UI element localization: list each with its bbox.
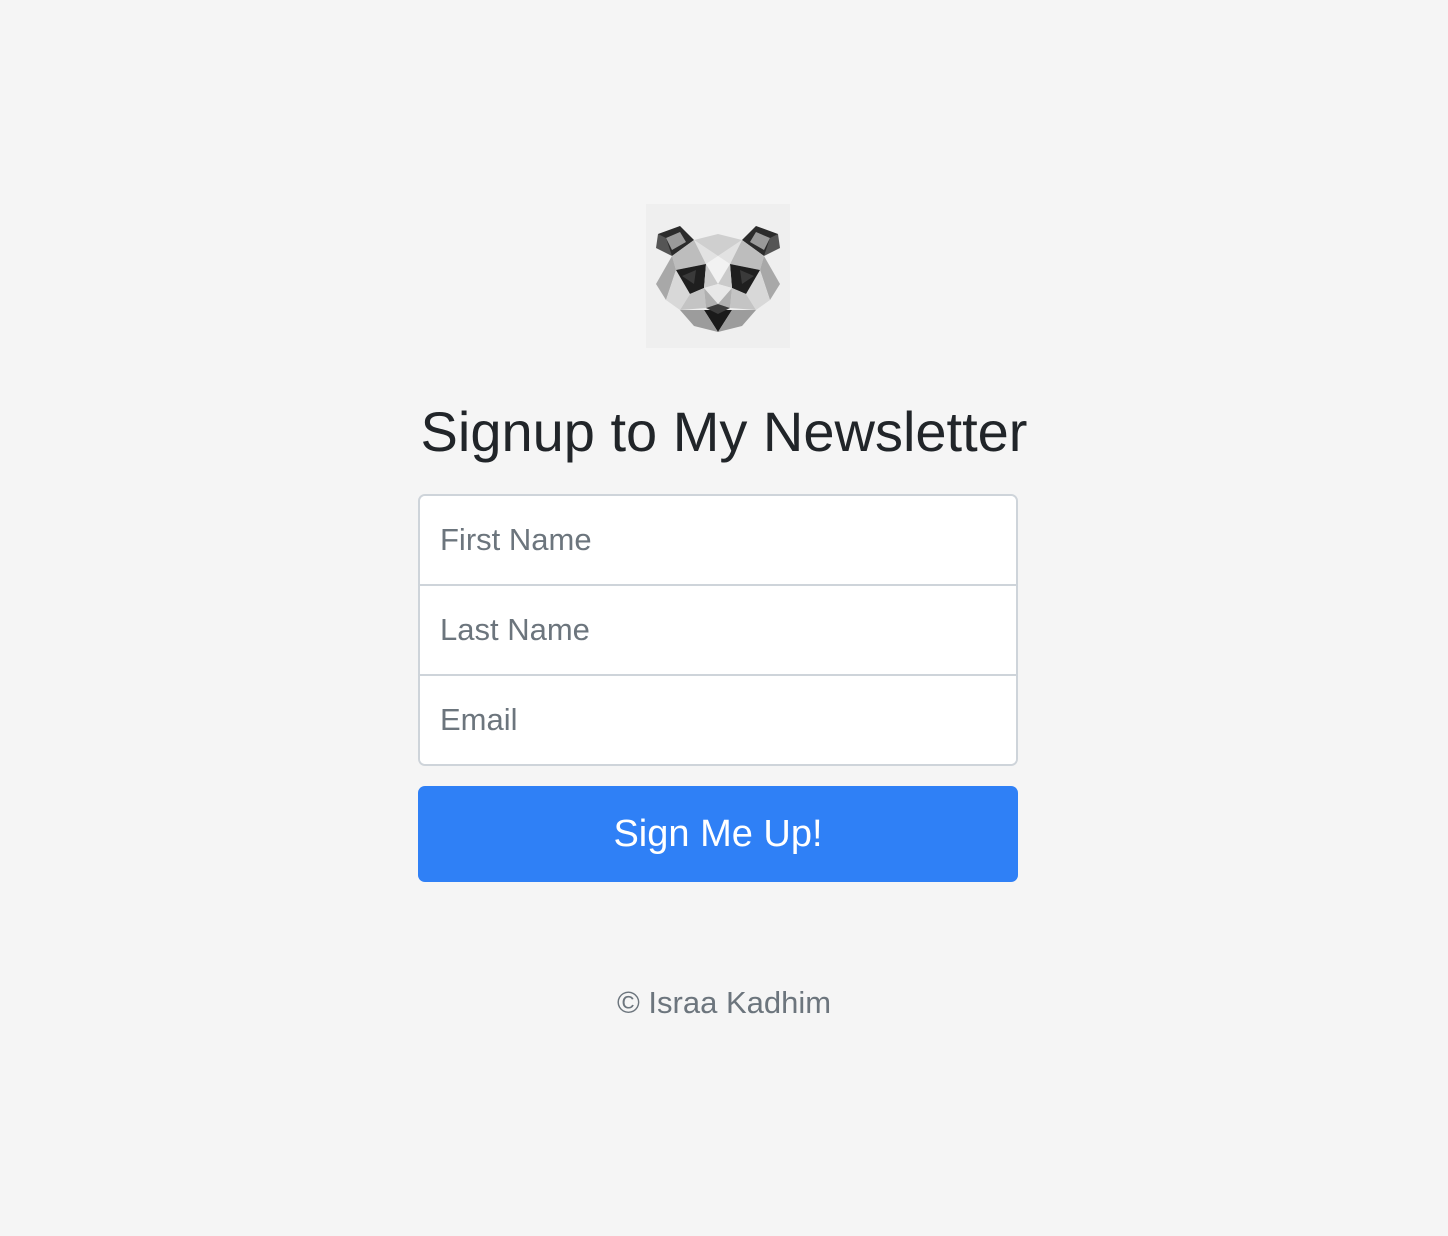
last-name-field[interactable] [420,586,1016,676]
email-field[interactable] [420,676,1016,764]
page-title: Signup to My Newsletter [420,400,1028,463]
footer-copyright: © Israa Kadhim [616,985,832,1020]
sign-me-up-button[interactable]: Sign Me Up! [418,786,1018,882]
first-name-field[interactable] [420,496,1016,586]
raccoon-logo-icon [646,204,790,348]
signup-form [418,494,1018,766]
